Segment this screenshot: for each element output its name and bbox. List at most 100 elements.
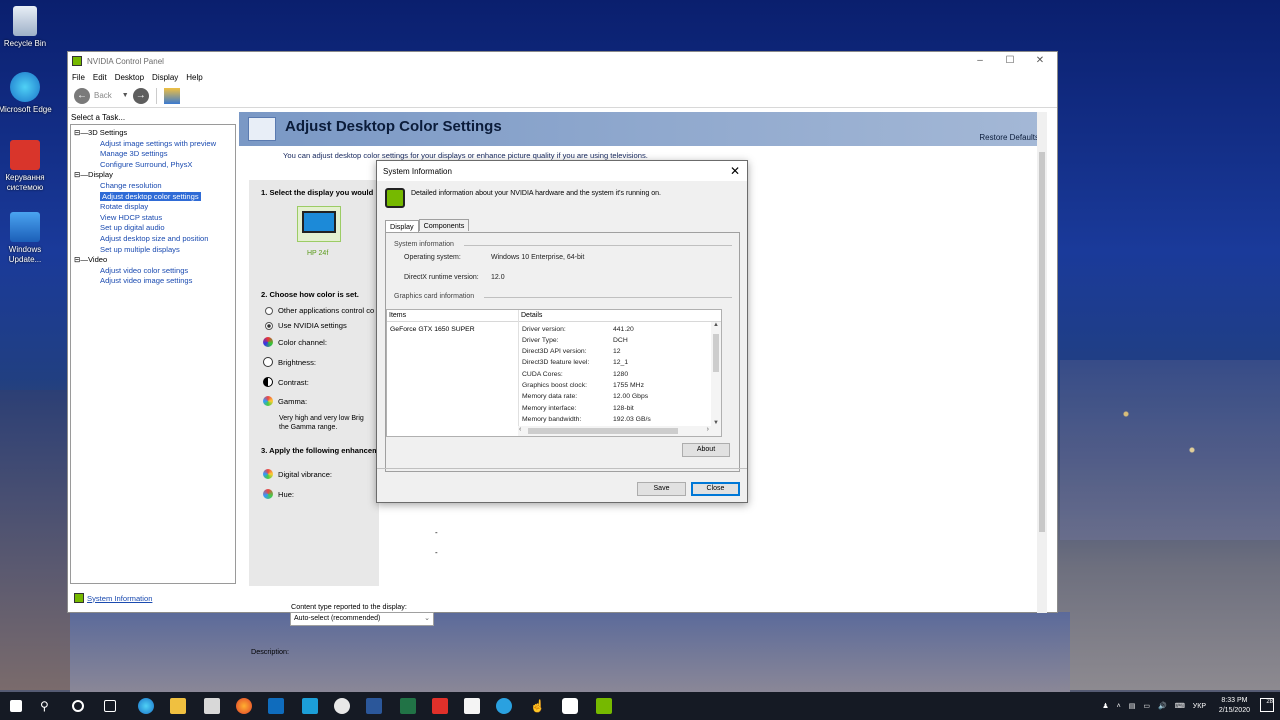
- nvidia-info-icon: [385, 188, 405, 208]
- step-3-heading: 3. Apply the following enhancem: [261, 446, 379, 455]
- desktop-icon-edge[interactable]: Microsoft Edge: [0, 72, 55, 115]
- tree-item[interactable]: Set up digital audio: [74, 223, 232, 234]
- edge-icon[interactable]: [138, 698, 154, 714]
- scroll-right-icon[interactable]: ›: [707, 426, 709, 433]
- desktop-icon-control[interactable]: Керування системою: [0, 140, 55, 193]
- radio-use-nvidia[interactable]: Use NVIDIA settings: [265, 321, 347, 330]
- tree-item[interactable]: Set up multiple displays: [74, 245, 232, 256]
- scroll-up-icon[interactable]: ▲: [711, 322, 721, 328]
- volume-icon[interactable]: 🔊: [1158, 702, 1167, 710]
- detail-value: 1280: [613, 371, 629, 378]
- nvidia-taskbar-icon[interactable]: [596, 698, 612, 714]
- app-icon[interactable]: [464, 698, 480, 714]
- excel-icon[interactable]: [400, 698, 416, 714]
- tree-item[interactable]: Rotate display: [74, 202, 232, 213]
- back-arrow-icon[interactable]: ←: [74, 87, 90, 104]
- nvidia-small-icon: [74, 593, 84, 603]
- dialog-close-icon[interactable]: ✕: [727, 163, 743, 179]
- language-indicator[interactable]: УКР: [1193, 703, 1206, 710]
- firefox-icon[interactable]: [236, 698, 252, 714]
- tree-item[interactable]: Change resolution: [74, 181, 232, 192]
- dialog-tabs: Display Components: [385, 219, 470, 233]
- clock[interactable]: 8:33 PM 2/15/2020: [1219, 696, 1250, 716]
- tree-item[interactable]: Configure Surround, PhysX: [74, 160, 232, 171]
- network-icon[interactable]: ▤: [1129, 702, 1136, 710]
- app-icon[interactable]: [302, 698, 318, 714]
- about-button[interactable]: About: [682, 443, 730, 457]
- steps-panel: 1. Select the display you would HP 24f 2…: [249, 180, 379, 586]
- forward-arrow-icon[interactable]: →: [132, 87, 149, 104]
- tree-item[interactable]: Adjust video color settings: [74, 266, 232, 277]
- detail-key: Direct3D API version:: [522, 348, 587, 355]
- tree-item[interactable]: Adjust video image settings: [74, 276, 232, 287]
- minimize-button[interactable]: –: [965, 52, 995, 70]
- cortana-icon[interactable]: [72, 700, 84, 712]
- battery-icon[interactable]: ▭: [1143, 702, 1150, 710]
- brightness-icon: [263, 357, 273, 367]
- back-dropdown-icon[interactable]: ▼: [122, 92, 129, 99]
- tree-item[interactable]: Adjust desktop size and position: [74, 234, 232, 245]
- back-label[interactable]: Back: [94, 91, 112, 100]
- restore-defaults-link[interactable]: Restore Defaults: [979, 133, 1039, 142]
- details-vertical-scrollbar[interactable]: ▲ ▼: [711, 322, 721, 426]
- start-windows-icon[interactable]: [10, 700, 22, 712]
- detail-key: Direct3D feature level:: [522, 359, 590, 366]
- display-selector[interactable]: [297, 206, 341, 242]
- app-icon[interactable]: [432, 698, 448, 714]
- maximize-button[interactable]: ☐: [995, 52, 1025, 70]
- vertical-scrollbar[interactable]: [1037, 112, 1047, 613]
- file-explorer-icon[interactable]: [170, 698, 186, 714]
- menu-display[interactable]: Display: [152, 73, 178, 82]
- word-icon[interactable]: [366, 698, 382, 714]
- google-icon[interactable]: [562, 698, 578, 714]
- tree-item[interactable]: Adjust image settings with preview: [74, 139, 232, 150]
- radio-other-apps[interactable]: Other applications control co: [265, 306, 374, 315]
- task-tree: ⊟—3D Settings Adjust image settings with…: [70, 124, 236, 584]
- tab-components[interactable]: Components: [418, 219, 470, 231]
- tree-item[interactable]: View HDCP status: [74, 213, 232, 224]
- gamma-icon: [263, 396, 273, 406]
- outlook-icon[interactable]: [268, 698, 284, 714]
- scroll-thumb[interactable]: [528, 428, 678, 434]
- hue-icon: [263, 489, 273, 499]
- scroll-thumb[interactable]: [1039, 152, 1045, 532]
- close-button[interactable]: Close: [691, 482, 740, 496]
- toolbar: ← Back ▼ →: [68, 84, 1057, 108]
- app-icon[interactable]: [204, 698, 220, 714]
- task-view-icon[interactable]: [104, 700, 116, 712]
- search-icon[interactable]: ⚲: [40, 698, 56, 714]
- content-type-select[interactable]: Auto-select (recommended) ⌄: [290, 612, 434, 626]
- tree-group-video[interactable]: ⊟—Video: [74, 255, 232, 266]
- tree-item[interactable]: Manage 3D settings: [74, 149, 232, 160]
- menu-file[interactable]: File: [72, 73, 85, 82]
- save-button[interactable]: Save: [637, 482, 686, 496]
- desktop-icon-windows-update[interactable]: Windows Update...: [0, 212, 55, 265]
- people-icon[interactable]: ♟: [1102, 702, 1108, 710]
- desktop-icon-recycle-bin[interactable]: Recycle Bin: [0, 6, 55, 49]
- tree-item-selected[interactable]: Adjust desktop color settings: [74, 191, 232, 203]
- telegram-icon[interactable]: [496, 698, 512, 714]
- app-icon[interactable]: [334, 698, 350, 714]
- desktop-icon-label: Windows Update...: [8, 245, 42, 264]
- close-window-button[interactable]: ✕: [1025, 52, 1055, 70]
- system-information-link[interactable]: System Information: [74, 593, 152, 603]
- show-hidden-icon[interactable]: ˄: [1117, 703, 1121, 710]
- os-label: Operating system:: [404, 254, 461, 261]
- gpu-item[interactable]: GeForce GTX 1650 SUPER: [390, 326, 475, 333]
- wallpaper-city-bottom: [70, 612, 1070, 692]
- details-horizontal-scrollbar[interactable]: ‹ ›: [518, 426, 721, 436]
- menu-edit[interactable]: Edit: [93, 73, 107, 82]
- keyboard-icon[interactable]: ⌨: [1175, 702, 1185, 710]
- table-header: Items Details: [387, 310, 721, 322]
- home-icon[interactable]: [163, 87, 180, 104]
- windows-update-icon: [10, 212, 40, 242]
- graphics-details-table: Items Details GeForce GTX 1650 SUPER Dri…: [386, 309, 722, 437]
- scroll-thumb[interactable]: [713, 334, 719, 372]
- tree-group-3d-settings[interactable]: ⊟—3D Settings: [74, 128, 232, 139]
- menu-help[interactable]: Help: [186, 73, 202, 82]
- menu-desktop[interactable]: Desktop: [115, 73, 144, 82]
- tree-group-display[interactable]: ⊟—Display: [74, 170, 232, 181]
- hue-value: -: [435, 548, 438, 557]
- notification-center-icon[interactable]: 28: [1260, 698, 1274, 712]
- scroll-left-icon[interactable]: ‹: [519, 426, 521, 433]
